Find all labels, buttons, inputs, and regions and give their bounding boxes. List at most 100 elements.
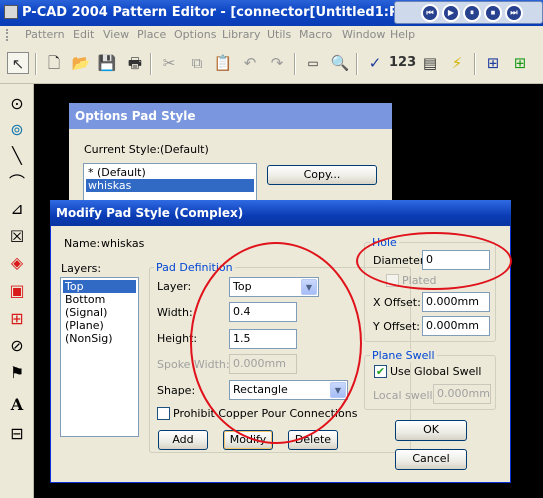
- use-global-swell-checkbox[interactable]: ✔: [374, 365, 387, 378]
- place-text-icon[interactable]: A: [6, 394, 28, 416]
- plated-label: Plated: [402, 274, 437, 287]
- plated-checkbox[interactable]: [386, 274, 399, 287]
- width-input[interactable]: 0.4: [229, 302, 297, 322]
- layer-item-nonsig[interactable]: (NonSig): [63, 332, 136, 345]
- place-rect-icon[interactable]: ☒: [6, 226, 28, 248]
- spoke-width-label: Spoke Width:: [157, 358, 230, 371]
- app-title: P-CAD 2004 Pattern Editor - [connector[U…: [22, 5, 459, 20]
- stop-icon[interactable]: ⏹: [484, 4, 502, 22]
- grid-icon[interactable]: ⊞: [482, 52, 504, 74]
- print-icon[interactable]: 🖶: [124, 52, 146, 74]
- menu-macro[interactable]: Macro: [299, 28, 332, 41]
- toolbar-separator: [474, 53, 476, 75]
- toolbar-separator: [294, 53, 296, 75]
- menu-help[interactable]: Help: [390, 28, 415, 41]
- use-global-swell-label: Use Global Swell: [390, 365, 482, 378]
- cancel-button[interactable]: Cancel: [395, 449, 467, 470]
- modify-pad-style-title: Modify Pad Style (Complex): [50, 200, 511, 226]
- layers-label: Layers:: [61, 262, 102, 275]
- local-swell-label: Local swell:: [373, 389, 437, 402]
- menu-library[interactable]: Library: [222, 28, 260, 41]
- grid-green-icon[interactable]: ⊞: [509, 52, 531, 74]
- height-label: Height:: [157, 332, 198, 345]
- ok-button[interactable]: OK: [395, 420, 467, 441]
- play-icon[interactable]: ▶: [442, 4, 460, 22]
- menu-utils[interactable]: Utils: [267, 28, 291, 41]
- ruler-icon[interactable]: ▭: [302, 52, 324, 74]
- modify-button[interactable]: Modify: [223, 430, 273, 450]
- pad-layer-select[interactable]: Top ▼: [229, 277, 319, 297]
- checkmark-icon[interactable]: ✓: [364, 52, 386, 74]
- app-icon: [4, 5, 18, 19]
- save-icon[interactable]: 💾: [96, 52, 118, 74]
- app-title-bar: P-CAD 2004 Pattern Editor - [connector[U…: [0, 0, 543, 26]
- place-pin-icon[interactable]: ⚑: [6, 362, 28, 384]
- layer-item-bottom[interactable]: Bottom: [63, 293, 136, 306]
- new-file-icon[interactable]: 🗋: [43, 52, 65, 74]
- select-arrow-icon[interactable]: ↖: [7, 52, 29, 74]
- menu-window[interactable]: Window: [342, 28, 385, 41]
- media-controls: ⏮ ▶ ⏸ ⏹ ⏭: [394, 1, 543, 24]
- toolbar-separator: [150, 53, 152, 75]
- menu-pattern[interactable]: Pattern: [25, 28, 65, 41]
- layer-item-signal[interactable]: (Signal): [63, 306, 136, 319]
- diameter-label: Diameter:: [373, 254, 428, 267]
- options-pad-style-title: Options Pad Style: [69, 103, 392, 129]
- copy-button[interactable]: Copy...: [267, 165, 377, 185]
- layers-list[interactable]: Top Bottom (Signal) (Plane) (NonSig): [60, 277, 139, 437]
- pause-icon[interactable]: ⏸: [463, 4, 481, 22]
- undo-icon[interactable]: ↶: [239, 52, 261, 74]
- width-label: Width:: [157, 306, 193, 319]
- delete-button[interactable]: Delete: [288, 430, 338, 450]
- layer-item-plane[interactable]: (Plane): [63, 319, 136, 332]
- options-pad-style-dialog: Options Pad Style Current Style: (Defaul…: [69, 103, 392, 213]
- local-swell-input[interactable]: 0.000mm: [433, 384, 491, 404]
- menu-options[interactable]: Options: [174, 28, 216, 41]
- shape-select[interactable]: Rectangle ▼: [229, 380, 348, 400]
- menu-bar: Pattern Edit View Place Options Library …: [0, 26, 543, 44]
- forward-icon[interactable]: ⏭: [505, 4, 523, 22]
- copy-icon[interactable]: ⧉: [186, 52, 208, 74]
- x-offset-input[interactable]: 0.000mm: [422, 292, 490, 312]
- add-button[interactable]: Add: [158, 430, 208, 450]
- open-folder-icon[interactable]: 📂: [70, 52, 92, 74]
- prohibit-copper-checkbox[interactable]: [157, 407, 170, 420]
- zoom-icon[interactable]: 🔍: [329, 52, 351, 74]
- place-point-icon[interactable]: ⊙: [6, 93, 28, 115]
- no-entry-icon[interactable]: ⊘: [6, 335, 28, 357]
- y-offset-input[interactable]: 0.000mm: [422, 316, 490, 336]
- main-toolbar: ↖ 🗋 📂 💾 🖶 ✂ ⧉ 📋 ↶ ↷ ▭ 🔍 ✓ 123 ▤ ⚡ ⊞ ⊞: [0, 44, 543, 84]
- number-123-icon[interactable]: 123: [389, 52, 416, 74]
- style-item-whiskas[interactable]: whiskas: [86, 179, 254, 192]
- place-via-icon[interactable]: ▣: [6, 280, 28, 302]
- shape-label: Shape:: [157, 384, 196, 397]
- rewind-icon[interactable]: ⏮: [421, 4, 439, 22]
- place-crosshair-icon[interactable]: ⊞: [6, 308, 28, 330]
- menu-view[interactable]: View: [103, 28, 129, 41]
- place-pad-square-icon[interactable]: ◈: [6, 252, 28, 274]
- menu-place[interactable]: Place: [137, 28, 166, 41]
- redo-icon[interactable]: ↷: [266, 52, 288, 74]
- place-polygon-icon[interactable]: ⊿: [6, 198, 28, 220]
- lightning-icon[interactable]: ⚡: [446, 52, 468, 74]
- place-arc-icon[interactable]: ⌒: [6, 172, 28, 194]
- modify-pad-style-dialog: Modify Pad Style (Complex) Name: whiskas…: [50, 200, 511, 483]
- layer-item-top[interactable]: Top: [63, 280, 136, 293]
- spoke-width-input[interactable]: 0.000mm: [229, 354, 297, 374]
- cut-icon[interactable]: ✂: [158, 52, 180, 74]
- x-offset-label: X Offset:: [373, 296, 421, 309]
- style-item-default[interactable]: * (Default): [86, 166, 254, 179]
- hole-label: Hole: [370, 236, 399, 249]
- place-attribute-icon[interactable]: ⊟: [6, 423, 28, 445]
- chevron-down-icon[interactable]: ▼: [330, 382, 346, 398]
- paste-icon[interactable]: 📋: [212, 52, 234, 74]
- y-offset-label: Y Offset:: [373, 320, 420, 333]
- toolbar-separator: [35, 53, 37, 75]
- place-pad-icon[interactable]: ⊚: [6, 119, 28, 141]
- layers-icon[interactable]: ▤: [419, 52, 441, 74]
- diameter-input[interactable]: 0: [422, 250, 490, 270]
- menu-edit[interactable]: Edit: [73, 28, 94, 41]
- place-line-icon[interactable]: ╲: [6, 145, 28, 167]
- height-input[interactable]: 1.5: [229, 329, 297, 349]
- chevron-down-icon[interactable]: ▼: [301, 279, 317, 295]
